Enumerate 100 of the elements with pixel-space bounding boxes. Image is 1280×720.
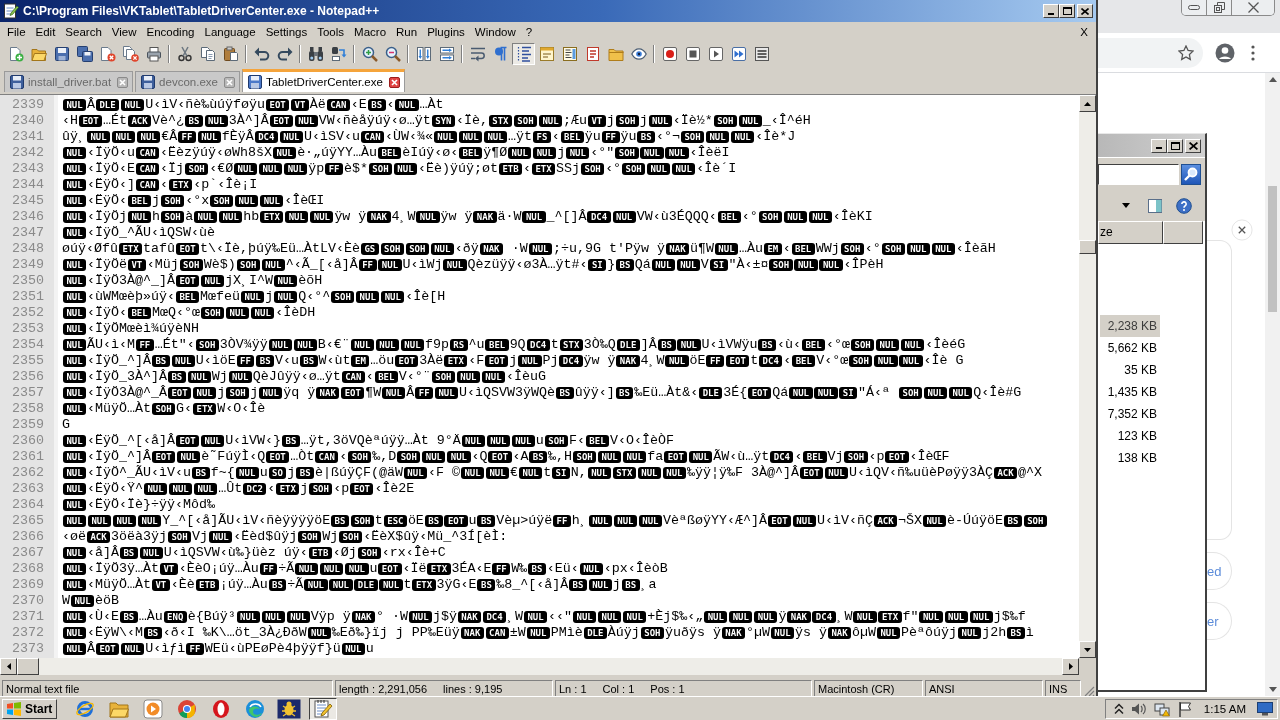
control-code-marker: BS (268, 579, 287, 591)
menu-item[interactable]: Macro (349, 26, 392, 38)
monitor-icon[interactable] (1257, 700, 1273, 717)
up-arrow-icon[interactable] (1268, 77, 1277, 82)
close-icon[interactable] (388, 76, 400, 88)
menu-item[interactable]: File (2, 26, 31, 38)
binary-text: ‹ÏÿÖ_^]Â (87, 449, 152, 465)
binary-text: V‹u (274, 353, 299, 369)
minimize-button[interactable] (1182, 0, 1207, 15)
menu-item[interactable]: Language (199, 26, 261, 38)
avatar-icon[interactable] (1215, 42, 1235, 63)
chevron-up-icon[interactable] (1113, 702, 1124, 715)
column-header[interactable]: ze (1098, 221, 1163, 244)
taskbar-button[interactable] (309, 697, 338, 720)
control-code-marker: NUL (87, 515, 112, 527)
binary-text: W‹O‹Îè (217, 401, 266, 417)
menu-item[interactable]: Tools (312, 26, 350, 38)
restore-button[interactable] (1207, 0, 1232, 15)
menu-item[interactable]: Search (60, 26, 107, 38)
control-code-marker: NUL (485, 467, 510, 479)
control-code-marker: NUL (236, 611, 260, 623)
find-replace-icon (330, 46, 347, 62)
control-code-marker: NUL (731, 131, 755, 143)
menu-item[interactable]: ? (520, 26, 538, 38)
menu-item[interactable]: Encoding (141, 26, 200, 38)
scroll-up-button[interactable] (1079, 95, 1096, 112)
file-size-cell[interactable]: 138 KB (1100, 447, 1160, 469)
vertical-scrollbar[interactable] (1079, 95, 1096, 658)
menu-item[interactable]: Settings (260, 26, 313, 38)
taskbar-button[interactable] (275, 697, 304, 720)
resize-grip-icon[interactable] (1083, 685, 1095, 697)
binary-text: ±W (509, 625, 526, 641)
file-tab[interactable]: TabletDriverCenter.exe (241, 69, 405, 92)
search-icon (1184, 167, 1198, 181)
control-code-marker: SOH (615, 115, 639, 127)
maximize-button[interactable] (1167, 138, 1183, 153)
close-button[interactable] (1077, 4, 1093, 18)
menu-item[interactable]: Plugins (422, 26, 470, 38)
file-size-cell[interactable]: 7,352 KB (1100, 403, 1160, 425)
close-button[interactable] (1232, 0, 1274, 15)
control-code-marker: NUL (705, 131, 730, 143)
preview-pane-icon[interactable] (1148, 198, 1162, 213)
scissors-icon (176, 46, 193, 62)
close-icon[interactable] (117, 76, 129, 88)
menu-item[interactable]: Run (391, 26, 423, 38)
control-code-marker: BS (528, 563, 546, 575)
search-field[interactable] (1098, 163, 1179, 185)
control-code-marker: NUL (274, 291, 298, 303)
vertical-scrollbar[interactable] (1265, 73, 1280, 696)
file-size-cell[interactable]: 35 KB (1100, 359, 1160, 381)
down-arrow-icon[interactable] (1268, 687, 1277, 692)
line-number: 2349 (11, 257, 45, 273)
close-icon[interactable] (223, 76, 235, 88)
column-header[interactable] (1163, 221, 1203, 244)
scroll-down-button[interactable] (1079, 641, 1096, 658)
file-size-cell[interactable]: 5,662 KB (1100, 337, 1160, 359)
line-number: 2341 (11, 129, 45, 145)
file-size-cell[interactable]: 123 KB (1100, 425, 1160, 447)
binary-text: è·„úÿYY…Àu (297, 145, 378, 161)
binary-text: ‹ (523, 161, 532, 177)
control-code-marker: NUL (483, 131, 508, 143)
control-code-marker: NUL (200, 275, 225, 287)
control-code-marker: BS (143, 627, 162, 639)
scrollbar-thumb[interactable] (17, 658, 39, 675)
help-icon[interactable] (1176, 197, 1192, 214)
binary-text: ‹ÎèŒF (909, 449, 950, 465)
network-icon[interactable] (1153, 700, 1170, 717)
search-button[interactable] (1181, 163, 1201, 185)
control-code-marker: DLE (699, 387, 723, 399)
scroll-left-button[interactable] (0, 658, 17, 675)
more-icon[interactable] (1251, 44, 1255, 61)
binary-text: 4¸W (640, 353, 665, 369)
line-number: 2358 (11, 401, 45, 417)
menu-item[interactable]: View (106, 26, 142, 38)
horizontal-scrollbar[interactable] (0, 658, 1079, 675)
control-code-marker: NUL (138, 515, 162, 527)
star-icon[interactable] (1178, 44, 1194, 61)
menu-item[interactable]: Edit (30, 26, 61, 38)
control-code-marker: BS (151, 355, 170, 367)
binary-text: ‹ËÿW\‹M (87, 625, 144, 641)
caret-icon[interactable] (1122, 203, 1130, 208)
start-button[interactable]: Start (2, 698, 58, 719)
toolbar-button[interactable] (512, 43, 535, 65)
control-code-marker: ETX (444, 355, 468, 367)
file-size-cell[interactable]: 2,238 KB (1100, 315, 1160, 337)
maximize-button[interactable] (1059, 4, 1075, 18)
close-button[interactable] (1185, 138, 1201, 153)
file-size-cell[interactable]: 1,435 KB (1100, 381, 1160, 403)
control-code-marker: SOH (167, 531, 192, 543)
binary-text: ‹Îè´I (696, 161, 737, 177)
close-document-button[interactable]: X (1074, 26, 1094, 38)
scrollbar-thumb[interactable] (1268, 186, 1277, 312)
menu-item[interactable]: Window (469, 26, 521, 38)
scrollbar-thumb[interactable] (1079, 240, 1096, 254)
control-code-marker: EOT (726, 355, 750, 367)
flag-icon[interactable] (1176, 700, 1193, 717)
scroll-right-button[interactable] (1062, 658, 1079, 675)
clock[interactable]: 1:15 AM (1203, 702, 1246, 715)
binary-text: ‹ (794, 449, 803, 465)
binary-text: èöB (95, 593, 120, 609)
